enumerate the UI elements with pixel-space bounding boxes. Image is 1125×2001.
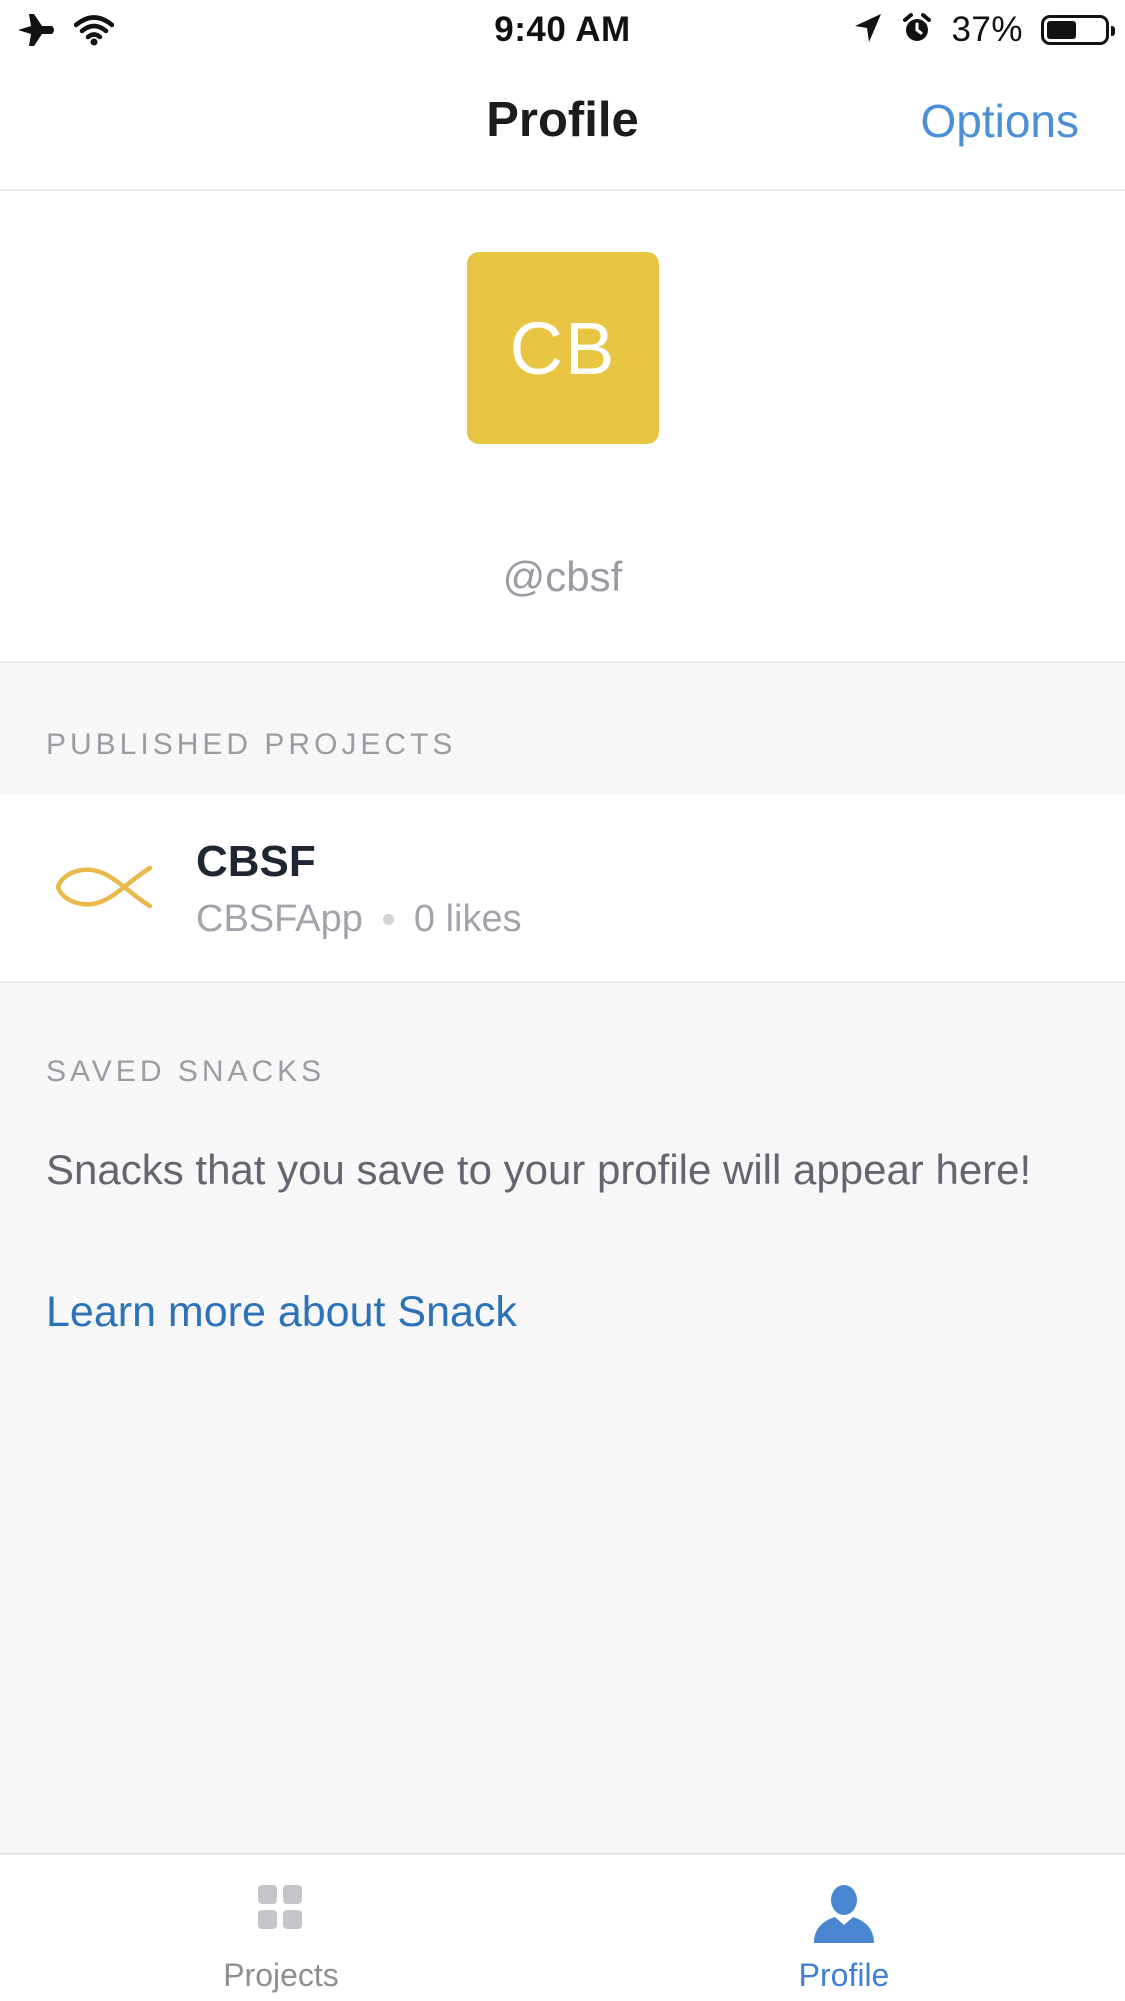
project-list-item[interactable] [0, 795, 1125, 983]
battery-level [1047, 21, 1076, 39]
saved-snacks-header: Saved Snacks [46, 1055, 326, 1088]
battery-percentage: 37% [951, 10, 1023, 49]
grid-icon [256, 1883, 304, 1936]
person-icon [811, 1883, 877, 1950]
published-projects-header: Published Projects [46, 728, 457, 761]
username: @cbsf [502, 553, 623, 600]
status-right: 37% [853, 10, 1115, 50]
options-button[interactable]: Options [920, 94, 1079, 148]
project-slug: CBSFApp [196, 898, 363, 940]
project-name[interactable]: CBSF [196, 837, 316, 887]
profile-screen: 9:40 AM 37% Profile Options CB @cbsf PUB… [0, 0, 1125, 2001]
tab-profile[interactable]: Profile [563, 1855, 1125, 2001]
profile-header: CB @cbsf [0, 191, 1125, 663]
tab-projects-label: Projects [223, 1957, 339, 1993]
project-likes: 0 likes [413, 898, 522, 940]
avatar: CB [467, 252, 659, 444]
tab-projects[interactable]: Projects [0, 1855, 562, 2001]
location-arrow-icon [853, 12, 883, 49]
battery-icon [1041, 15, 1115, 45]
saved-snacks-empty-text: Snacks that you save to your profile wil… [46, 1146, 1032, 1193]
tab-bar: Projects Profile [0, 1853, 1125, 2001]
status-bar: 9:40 AM 37% [0, 0, 1125, 62]
navigation-bar: Profile Options [0, 62, 1125, 191]
separator-dot [382, 914, 394, 925]
fish-icon [55, 864, 154, 915]
project-meta: CBSFApp 0 likes [196, 898, 522, 941]
alarm-icon [901, 12, 933, 49]
tab-profile-label: Profile [798, 1957, 890, 1993]
learn-more-link[interactable]: Learn more about Snack [46, 1288, 517, 1337]
